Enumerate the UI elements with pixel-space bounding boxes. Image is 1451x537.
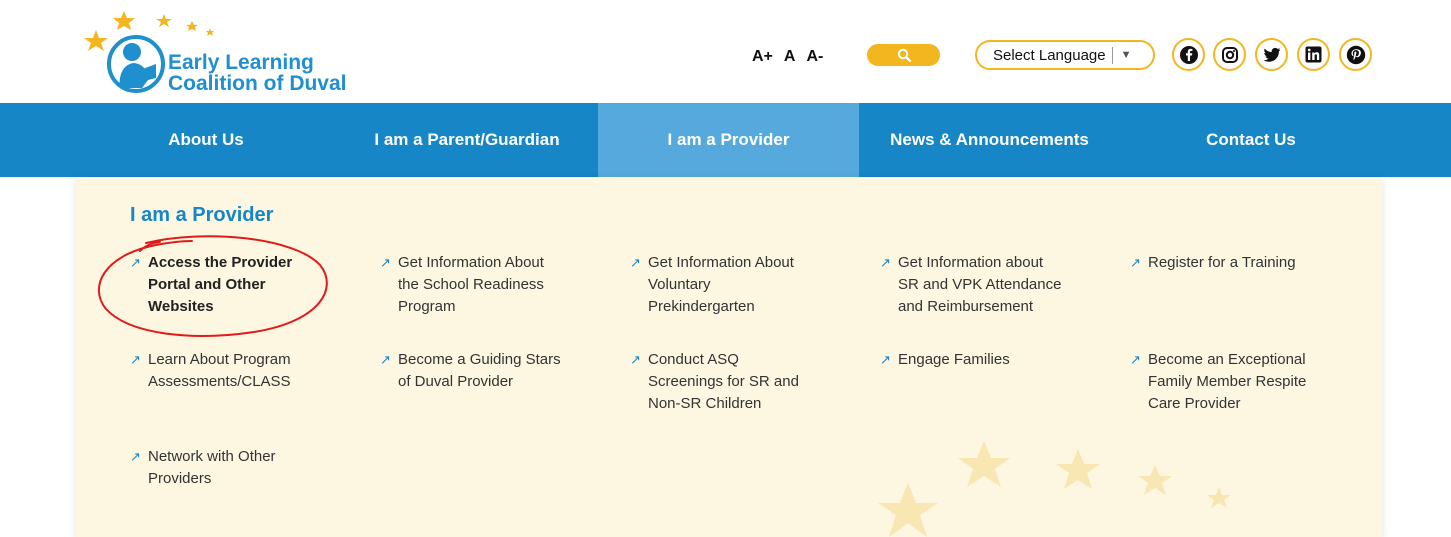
arrow-up-right-icon: ↗: [1130, 255, 1141, 270]
link-line: Prekindergarten: [648, 298, 755, 315]
language-select-label: Select Language: [993, 46, 1106, 64]
link-line: Network with Other: [148, 448, 276, 465]
provider-mega-menu: I am a Provider ↗ Access the Provider Po…: [76, 177, 1382, 537]
search-icon: [897, 48, 911, 62]
link-line: Voluntary: [648, 276, 711, 293]
arrow-up-right-icon: ↗: [130, 449, 141, 464]
nav-parent-guardian[interactable]: I am a Parent/Guardian: [336, 103, 598, 177]
link-vpk-info[interactable]: ↗ Get Information About Voluntary Prekin…: [630, 252, 794, 318]
linkedin-button[interactable]: [1297, 38, 1330, 71]
star-icon: [113, 11, 135, 30]
arrow-up-right-icon: ↗: [880, 255, 891, 270]
link-engage-families[interactable]: ↗ Engage Families: [880, 349, 1010, 371]
logo-line-1: Early Learning: [168, 51, 314, 74]
nav-news-announcements[interactable]: News & Announcements: [859, 103, 1120, 177]
site-logo[interactable]: Early Learning Coalition of Duval: [82, 8, 372, 96]
arrow-up-right-icon: ↗: [880, 352, 891, 367]
link-school-readiness-info[interactable]: ↗ Get Information About the School Readi…: [380, 252, 544, 318]
arrow-up-right-icon: ↗: [130, 352, 141, 367]
star-icon: [186, 21, 198, 31]
logo-line-2: Coalition of Duval: [168, 72, 347, 95]
dropdown-title: I am a Provider: [130, 204, 274, 226]
instagram-button[interactable]: [1213, 38, 1246, 71]
nav-contact-us[interactable]: Contact Us: [1120, 103, 1382, 177]
link-line: Screenings for SR and: [648, 373, 799, 390]
link-line: Learn About Program: [148, 351, 291, 368]
font-size-controls: A+ A A-: [752, 48, 823, 66]
twitter-button[interactable]: [1255, 38, 1288, 71]
link-line: Program: [398, 298, 456, 315]
link-line: Become a Guiding Stars: [398, 351, 561, 368]
link-attendance-reimbursement[interactable]: ↗ Get Information about SR and VPK Atten…: [880, 252, 1061, 318]
arrow-up-right-icon: ↗: [1130, 352, 1141, 367]
link-line: Become an Exceptional: [1148, 351, 1306, 368]
chevron-down-icon: ▼: [1120, 49, 1132, 61]
link-line: the School Readiness: [398, 276, 544, 293]
linkedin-icon: [1305, 46, 1322, 63]
language-select[interactable]: Select Language ▼: [975, 40, 1155, 70]
link-line: Get Information about: [898, 254, 1044, 271]
red-annotation-circle: [97, 235, 328, 337]
nav-about-us[interactable]: About Us: [76, 103, 336, 177]
language-divider: [1111, 46, 1113, 64]
link-program-assessments[interactable]: ↗ Learn About Program Assessments/CLASS: [130, 349, 291, 393]
decorative-stars-icon: [878, 441, 1231, 537]
link-register-training[interactable]: ↗ Register for a Training: [1130, 252, 1296, 274]
link-guiding-stars[interactable]: ↗ Become a Guiding Stars of Duval Provid…: [380, 349, 561, 393]
instagram-icon: [1221, 46, 1238, 63]
link-line: SR and VPK Attendance: [898, 276, 1062, 293]
link-line: Care Provider: [1148, 395, 1241, 412]
link-line: Conduct ASQ: [648, 351, 739, 368]
search-button[interactable]: [867, 44, 940, 66]
font-increase-button[interactable]: A+: [752, 48, 773, 66]
site-header: Early Learning Coalition of Duval A+ A A…: [0, 0, 1451, 103]
link-line: Non-SR Children: [648, 395, 762, 412]
facebook-icon: [1179, 45, 1198, 64]
link-line: of Duval Provider: [398, 373, 514, 390]
link-line: Providers: [148, 470, 212, 487]
star-icon: [156, 14, 172, 27]
link-line: Engage Families: [898, 351, 1010, 368]
link-line: Assessments/CLASS: [148, 373, 291, 390]
pinterest-icon: [1346, 45, 1365, 64]
logo-text: Early Learning Coalition of Duval: [168, 52, 347, 94]
nav-provider[interactable]: I am a Provider: [598, 103, 859, 177]
link-line: Register for a Training: [1148, 254, 1296, 271]
font-normal-button[interactable]: A: [784, 48, 796, 66]
arrow-up-right-icon: ↗: [630, 255, 641, 270]
link-line: and Reimbursement: [898, 298, 1034, 315]
link-respite-care-provider[interactable]: ↗ Become an Exceptional Family Member Re…: [1130, 349, 1306, 415]
font-decrease-button[interactable]: A-: [806, 48, 823, 66]
link-line: Get Information About: [398, 254, 544, 271]
arrow-up-right-icon: ↗: [630, 352, 641, 367]
arrow-up-right-icon: ↗: [380, 255, 391, 270]
pinterest-button[interactable]: [1339, 38, 1372, 71]
star-icon: [206, 28, 214, 36]
link-line: Get Information About: [648, 254, 794, 271]
link-network-providers[interactable]: ↗ Network with Other Providers: [130, 446, 276, 490]
arrow-up-right-icon: ↗: [380, 352, 391, 367]
star-icon: [84, 30, 108, 51]
link-line: Family Member Respite: [1148, 373, 1307, 390]
main-nav: About Us I am a Parent/Guardian I am a P…: [0, 103, 1451, 177]
facebook-button[interactable]: [1172, 38, 1205, 71]
twitter-icon: [1262, 47, 1280, 62]
link-asq-screenings[interactable]: ↗ Conduct ASQ Screenings for SR and Non-…: [630, 349, 799, 415]
